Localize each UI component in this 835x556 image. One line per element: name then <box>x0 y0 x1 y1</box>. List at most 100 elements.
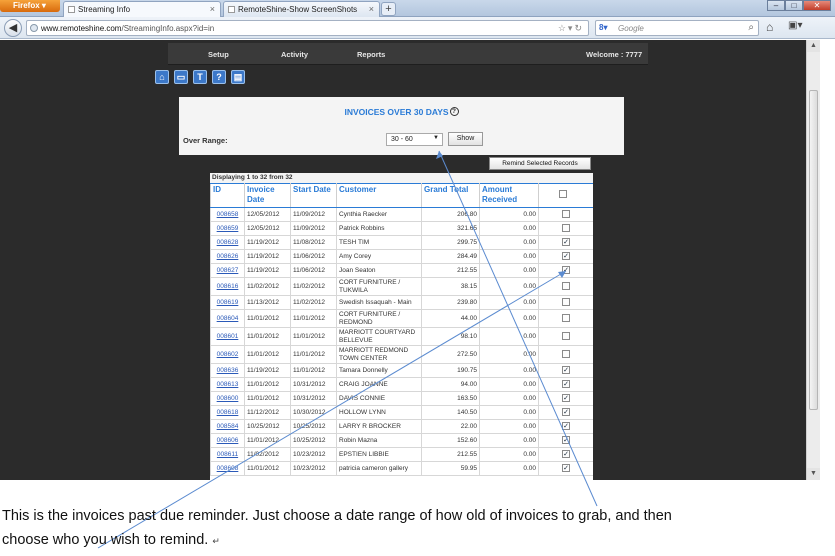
range-select[interactable]: 30 - 60 ▼ <box>386 133 443 146</box>
show-button[interactable]: Show <box>448 132 483 146</box>
select-row-checkbox[interactable]: ✓ <box>562 380 570 389</box>
select-row-checkbox[interactable] <box>562 210 570 219</box>
firefox-menu-label: Firefox <box>13 1 40 10</box>
caption-text: This is the invoices past due reminder. … <box>2 504 832 553</box>
invoice-id-link[interactable]: 008626 <box>210 249 245 264</box>
select-row-checkbox[interactable]: ✓ <box>562 394 570 403</box>
select-cell <box>538 295 593 310</box>
select-row-checkbox[interactable] <box>562 314 570 323</box>
table-row: 008602 11/01/2012 11/01/2012 MARRIOTT REDMO… <box>210 345 593 364</box>
nav-activity[interactable]: Activity <box>281 50 308 59</box>
maximize-button[interactable]: □ <box>785 0 803 11</box>
customer-cell: LARRY R BROCKER <box>336 419 422 434</box>
monitor-icon[interactable]: ▭ <box>174 70 188 84</box>
invoice-id-link[interactable]: 008611 <box>210 447 245 462</box>
nav-reports[interactable]: Reports <box>357 50 385 59</box>
invoice-id-link[interactable]: 008628 <box>210 235 245 250</box>
help-icon[interactable]: ? <box>449 107 459 116</box>
select-row-checkbox[interactable] <box>562 224 570 233</box>
select-row-checkbox[interactable] <box>562 282 570 291</box>
cart-icon[interactable]: T <box>193 70 207 84</box>
new-tab-button[interactable]: + <box>381 2 396 16</box>
bookmarks-menu-icon[interactable]: ▣▾ <box>788 20 802 31</box>
amount-received-cell: 0.00 <box>479 309 539 328</box>
select-row-checkbox[interactable]: ✓ <box>562 266 570 275</box>
scrollbar-thumb[interactable] <box>809 90 818 410</box>
search-input[interactable]: 8▾ Google ⌕ <box>595 20 759 36</box>
amount-received-cell: 0.00 <box>479 405 539 420</box>
invoice-id-link[interactable]: 008636 <box>210 363 245 378</box>
invoice-grid: Displaying 1 to 32 from 32 ID Invoice Da… <box>210 173 593 480</box>
invoice-id-link[interactable]: 008604 <box>210 309 245 328</box>
tab-remoteshine-screenshots[interactable]: RemoteShine-Show ScreenShots × <box>223 1 380 17</box>
select-row-checkbox[interactable] <box>562 332 570 341</box>
document-icon[interactable]: ▤ <box>231 70 245 84</box>
scroll-down-icon[interactable]: ▼ <box>807 468 820 480</box>
col-header-grand-total[interactable]: Grand Total <box>421 183 480 208</box>
col-header-customer[interactable]: Customer <box>336 183 422 208</box>
nav-setup[interactable]: Setup <box>208 50 229 59</box>
firefox-menu-button[interactable]: Firefox ▾ <box>0 0 60 12</box>
minimize-button[interactable]: – <box>767 0 785 11</box>
url-bar[interactable]: www.remoteshine.com/StreamingInfo.aspx?i… <box>26 20 589 36</box>
invoice-id-link[interactable]: 008659 <box>210 221 245 236</box>
invoice-id-link[interactable]: 008658 <box>210 207 245 222</box>
invoice-id-link[interactable]: 008601 <box>210 327 245 346</box>
invoice-id-link[interactable]: 008606 <box>210 433 245 448</box>
invoice-id-link[interactable]: 008618 <box>210 405 245 420</box>
customer-cell: Patrick Robbins <box>336 221 422 236</box>
invoice-id-link[interactable]: 008627 <box>210 263 245 278</box>
close-tab-icon[interactable]: × <box>210 4 215 14</box>
tab-streaming-info[interactable]: Streaming Info × <box>63 1 221 17</box>
invoice-id-link[interactable]: 008613 <box>210 377 245 392</box>
select-row-checkbox[interactable]: ✓ <box>562 252 570 261</box>
select-row-checkbox[interactable] <box>562 298 570 307</box>
table-row: 008600 11/01/2012 10/31/2012 DAVIS CONNIE 16… <box>210 391 593 406</box>
col-header-start-date[interactable]: Start Date <box>290 183 337 208</box>
invoice-date-cell: 11/01/2012 <box>244 309 291 328</box>
invoice-id-link[interactable]: 008600 <box>210 391 245 406</box>
select-row-checkbox[interactable]: ✓ <box>562 408 570 417</box>
col-header-id[interactable]: ID <box>210 183 245 208</box>
invoice-id-link[interactable]: 008602 <box>210 345 245 364</box>
select-row-checkbox[interactable]: ✓ <box>562 450 570 459</box>
invoice-id-link[interactable]: 008616 <box>210 277 245 296</box>
invoice-id-link[interactable]: 008619 <box>210 295 245 310</box>
select-row-checkbox[interactable]: ✓ <box>562 238 570 247</box>
table-row: 008616 11/02/2012 11/02/2012 CORT FURNITURE… <box>210 277 593 296</box>
select-row-checkbox[interactable]: ✓ <box>562 464 570 473</box>
remind-selected-button[interactable]: Remind Selected Records <box>489 157 591 170</box>
select-row-checkbox[interactable]: ✓ <box>562 422 570 431</box>
customer-cell: CORT FURNITURE / REDMOND <box>336 309 422 328</box>
google-logo-icon: 8▾ <box>599 23 608 32</box>
invoice-id-link[interactable]: 008584 <box>210 419 245 434</box>
url-host: www.remoteshine.com <box>41 24 122 33</box>
col-header-invoice-date[interactable]: Invoice Date <box>244 183 291 208</box>
grand-total-cell: 212.55 <box>421 263 480 278</box>
start-date-cell: 10/25/2012 <box>290 433 337 448</box>
close-window-button[interactable]: ✕ <box>803 0 831 11</box>
select-cell <box>538 221 593 236</box>
invoice-id-link[interactable]: 008608 <box>210 461 245 476</box>
amount-received-cell: 0.00 <box>479 263 539 278</box>
home-icon[interactable]: ⌂ <box>155 70 169 84</box>
home-icon[interactable]: ⌂ <box>766 20 773 34</box>
select-cell: ✓ <box>538 249 593 264</box>
select-row-checkbox[interactable] <box>562 350 570 359</box>
invoice-date-cell: 11/02/2012 <box>244 447 291 462</box>
back-button[interactable]: ◀ <box>4 19 22 37</box>
scroll-up-icon[interactable]: ▲ <box>807 40 820 52</box>
select-all-checkbox[interactable] <box>559 190 567 198</box>
search-icon[interactable]: ⌕ <box>748 22 754 33</box>
start-date-cell: 10/31/2012 <box>290 377 337 392</box>
page-scrollbar[interactable]: ▲ ▼ <box>806 40 820 480</box>
select-cell: ✓ <box>538 447 593 462</box>
select-cell: ✓ <box>538 363 593 378</box>
select-row-checkbox[interactable]: ✓ <box>562 366 570 375</box>
amount-received-cell: 0.00 <box>479 327 539 346</box>
url-tools-icons[interactable]: ☆▾↻ <box>558 23 584 34</box>
close-tab-icon[interactable]: × <box>369 4 374 14</box>
col-header-amount-received[interactable]: Amount Received <box>479 183 539 208</box>
help-icon[interactable]: ? <box>212 70 226 84</box>
select-row-checkbox[interactable]: ✓ <box>562 436 570 445</box>
